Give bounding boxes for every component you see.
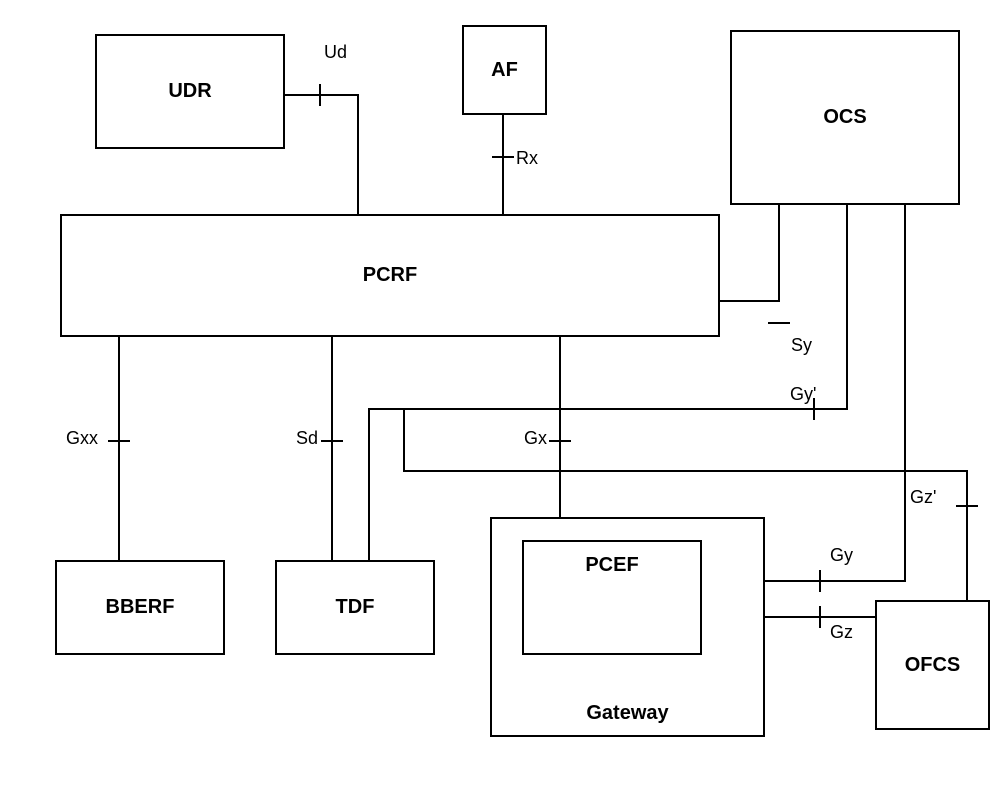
line-rx-v — [502, 115, 504, 214]
node-pcrf: PCRF — [60, 214, 720, 337]
node-ofcs: OFCS — [875, 600, 990, 730]
label-udr: UDR — [168, 80, 211, 103]
tick-gx — [549, 440, 571, 442]
line-ocs-to-bus — [846, 205, 848, 410]
line-sd-v — [331, 337, 333, 560]
label-ofcs: OFCS — [905, 654, 961, 677]
label-bberf: BBERF — [106, 596, 175, 619]
node-udr: UDR — [95, 34, 285, 149]
tick-ud — [319, 84, 321, 106]
node-pcef: PCEF — [522, 540, 702, 655]
line-tdf-bus-v — [368, 408, 370, 560]
iface-gxx: Gxx — [66, 428, 98, 449]
network-architecture-diagram: Gateway UDR AF OCS PCRF BBERF TDF PCEF O… — [0, 0, 1000, 787]
node-af: AF — [462, 25, 547, 115]
node-bberf: BBERF — [55, 560, 225, 655]
iface-gy-prime: Gy' — [790, 384, 816, 405]
line-gxx-v — [118, 337, 120, 560]
iface-rx: Rx — [516, 148, 538, 169]
iface-gz-prime: Gz' — [910, 487, 936, 508]
label-af: AF — [491, 59, 518, 82]
label-gateway: Gateway — [586, 702, 668, 725]
line-sy-h — [720, 300, 780, 302]
line-gy-v — [904, 205, 906, 582]
iface-gy: Gy — [830, 545, 853, 566]
label-ocs: OCS — [823, 106, 866, 129]
line-bus-upper — [368, 408, 848, 410]
node-tdf: TDF — [275, 560, 435, 655]
tick-gy — [819, 570, 821, 592]
tick-gz-prime — [956, 505, 978, 507]
tick-sd — [321, 440, 343, 442]
iface-sd: Sd — [296, 428, 318, 449]
tick-sy — [768, 322, 790, 324]
iface-gz: Gz — [830, 622, 853, 643]
tick-gz — [819, 606, 821, 628]
tick-gxx — [108, 440, 130, 442]
line-ud-h — [285, 94, 359, 96]
label-pcrf: PCRF — [363, 264, 417, 287]
node-ocs: OCS — [730, 30, 960, 205]
iface-ud: Ud — [324, 42, 347, 63]
tick-rx — [492, 156, 514, 158]
iface-gx: Gx — [524, 428, 547, 449]
line-ofcs-up-v — [966, 470, 968, 600]
iface-sy: Sy — [791, 335, 812, 356]
label-tdf: TDF — [336, 596, 375, 619]
line-sy-v — [778, 205, 780, 302]
line-bus-join-v — [403, 408, 405, 472]
label-pcef: PCEF — [585, 554, 638, 577]
line-ud-v — [357, 94, 359, 214]
line-bus-lower — [403, 470, 968, 472]
